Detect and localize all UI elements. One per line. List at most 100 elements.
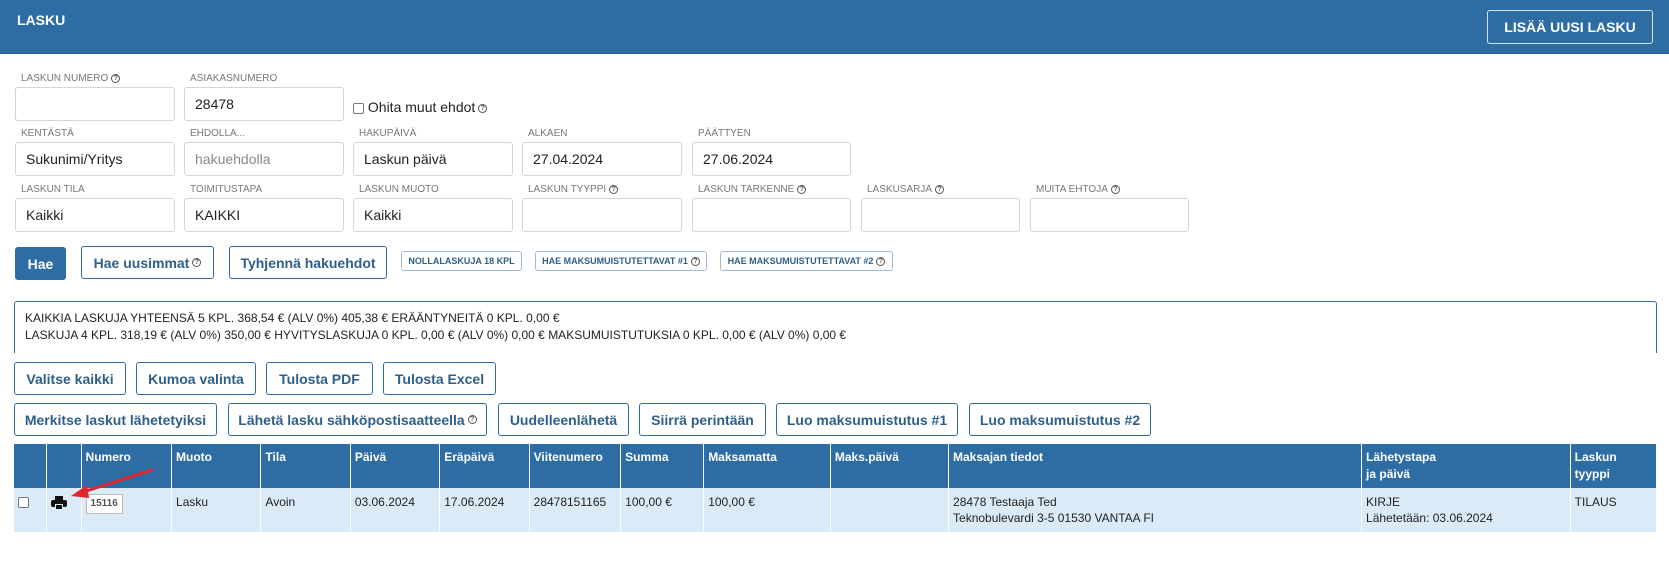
help-icon[interactable]: ? [609, 184, 619, 194]
condition-input[interactable]: hakuehdolla [184, 142, 344, 176]
help-icon: ? [192, 258, 202, 267]
invoice-status-input[interactable]: Kaikki [15, 198, 175, 232]
col-laskun-tyyppi[interactable]: Laskun tyyppi [1570, 444, 1658, 488]
cell-summa: 100,00 € [620, 488, 705, 532]
cell-lahetystapa: KIRJE Lähetetään: 03.06.2024 [1361, 488, 1571, 532]
col-select [14, 444, 48, 488]
delivery-method-label: TOIMITUSTAPA [190, 184, 263, 195]
invoice-specifier-input[interactable] [692, 198, 851, 232]
row-select-cell [14, 488, 48, 532]
end-date-input[interactable]: 27.06.2024 [692, 142, 851, 176]
start-date-input[interactable]: 27.04.2024 [522, 142, 682, 176]
fetch-reminders-2-button[interactable]: HAE MAKSUMUISTUTETTAVAT #2? [720, 251, 893, 271]
col-lahetystapa-line1: Lähetystapa [1366, 450, 1437, 464]
row-checkbox[interactable] [18, 497, 29, 509]
help-icon: ? [467, 415, 477, 424]
invoice-form-label: LASKUN MUOTO [359, 184, 439, 195]
help-icon: ? [876, 256, 886, 266]
invoice-form-select: LASKUN MUOTO Kaikki [353, 184, 513, 232]
delivery-method: KIRJE [1366, 495, 1401, 509]
invoice-number-label: LASKUN NUMERO [21, 73, 109, 84]
delivery-method-input[interactable]: KAIKKI [184, 198, 344, 232]
invoice-form-input[interactable]: Kaikki [353, 198, 513, 232]
search-date-label: HAKUPÄIVÄ [359, 128, 417, 139]
other-conditions-label: MUITA EHTOJA [1036, 184, 1108, 195]
table-row[interactable]: 15116 Lasku Avoin 03.06.2024 17.06.2024 … [14, 488, 1658, 532]
field-from-select: KENTÄSTÄ Sukunimi/Yritys [15, 128, 175, 176]
col-maks-paiva[interactable]: Maks.päivä [830, 444, 950, 488]
transfer-to-collection-button[interactable]: Siirrä perintään [639, 403, 766, 436]
col-muoto[interactable]: Muoto [171, 444, 262, 488]
cell-laskun-tyyppi: TILAUS [1570, 488, 1658, 532]
table-header-row: Numero Muoto Tila Päivä Eräpäivä Viitenu… [14, 444, 1658, 488]
invoice-table: Numero Muoto Tila Päivä Eräpäivä Viitenu… [14, 444, 1658, 532]
print-pdf-button[interactable]: Tulosta PDF [266, 362, 373, 395]
send-email-button[interactable]: Lähetä lasku sähköpostisaatteella? [228, 403, 487, 436]
cell-tila: Avoin [260, 488, 351, 532]
cell-viitenumero: 28478151165 [529, 488, 622, 532]
send-email-label: Lähetä lasku sähköpostisaatteella [238, 411, 465, 428]
other-conditions-input[interactable] [1030, 198, 1189, 232]
select-all-button[interactable]: Valitse kaikki [14, 362, 126, 395]
ignore-other-conditions: Ohita muut ehdot? [353, 99, 488, 115]
cell-maksajan-tiedot: 28478 Testaaja Ted Teknobulevardi 3-5 015… [948, 488, 1363, 532]
fetch-reminders-1-button[interactable]: HAE MAKSUMUISTUTETTAVAT #1? [535, 251, 707, 271]
deselect-button[interactable]: Kumoa valinta [136, 362, 256, 395]
fetch-reminders-1-label: HAE MAKSUMUISTUTETTAVAT #1 [542, 256, 688, 266]
resend-button[interactable]: Uudelleenlähetä [498, 403, 629, 436]
invoice-number-input[interactable] [15, 87, 175, 121]
condition-field: EHDOLLA... hakuehdolla [184, 128, 344, 176]
invoice-type-input[interactable] [522, 198, 682, 232]
invoice-status-label: LASKUN TILA [21, 184, 85, 195]
ignore-other-conditions-checkbox[interactable] [353, 102, 364, 114]
help-icon[interactable]: ? [935, 184, 945, 194]
customer-number-input[interactable]: 28478 [184, 87, 344, 121]
search-button[interactable]: Hae [15, 247, 66, 280]
cell-paiva: 03.06.2024 [350, 488, 441, 532]
col-lahetystapa[interactable]: Lähetystapa ja päivä [1361, 444, 1571, 488]
delivery-method-select: TOIMITUSTAPA KAIKKI [184, 184, 344, 232]
payer-name: 28478 Testaaja Ted [953, 495, 1057, 509]
customer-number-field: ASIAKASNUMERO 28478 [184, 73, 344, 121]
help-icon[interactable]: ? [797, 184, 807, 194]
invoice-type-label: LASKUN TYYPPI [528, 184, 607, 195]
zero-invoices-button[interactable]: NOLLALASKUJA 18 KPL [401, 251, 522, 271]
col-paiva[interactable]: Päivä [350, 444, 441, 488]
col-laskun-tyyppi-line1: Laskun [1574, 450, 1617, 464]
invoice-series-input[interactable] [861, 198, 1020, 232]
page-title: LASKU [17, 12, 66, 28]
col-erapaiva[interactable]: Eräpäivä [439, 444, 530, 488]
col-tila[interactable]: Tila [260, 444, 351, 488]
clear-search-button[interactable]: Tyhjennä hakuehdot [229, 246, 387, 279]
end-date-label: PÄÄTTYEN [698, 128, 751, 139]
print-excel-button[interactable]: Tulosta Excel [383, 362, 496, 395]
create-reminder-2-button[interactable]: Luo maksumuistutus #2 [969, 403, 1151, 436]
mark-sent-button[interactable]: Merkitse laskut lähetetyiksi [14, 403, 217, 436]
add-new-invoice-button[interactable]: LISÄÄ UUSI LASKU [1487, 10, 1653, 44]
help-icon[interactable]: ? [111, 73, 121, 83]
field-from-input[interactable]: Sukunimi/Yritys [15, 142, 175, 176]
help-icon[interactable]: ? [1110, 184, 1120, 194]
search-date-select: HAKUPÄIVÄ Laskun päivä [353, 128, 513, 176]
start-date-label: ALKAEN [528, 128, 568, 139]
search-date-input[interactable]: Laskun päivä [353, 142, 513, 176]
other-conditions-select: MUITA EHTOJA? [1030, 184, 1189, 232]
help-icon: ? [690, 256, 700, 266]
summary-line-1: KAIKKIA LASKUJA YHTEENSÄ 5 KPL. 368,54 €… [25, 311, 560, 325]
create-reminder-1-button[interactable]: Luo maksumuistutus #1 [776, 403, 958, 436]
cell-muoto: Lasku [171, 488, 262, 532]
help-icon[interactable]: ? [478, 103, 488, 113]
annotation-arrow [71, 468, 154, 498]
col-maksajan-tiedot[interactable]: Maksajan tiedot [948, 444, 1363, 488]
ignore-other-conditions-label: Ohita muut ehdot [367, 99, 476, 115]
page-header: LASKU LISÄÄ UUSI LASKU [0, 0, 1669, 54]
col-summa[interactable]: Summa [620, 444, 705, 488]
search-newest-button[interactable]: Hae uusimmat? [81, 246, 214, 279]
invoice-number-field: LASKUN NUMERO? [15, 73, 175, 121]
col-viitenumero[interactable]: Viitenumero [529, 444, 622, 488]
invoice-series-label: LASKUSARJA [867, 184, 933, 195]
end-date-field: PÄÄTTYEN 27.06.2024 [692, 128, 851, 176]
invoice-status-select: LASKUN TILA Kaikki [15, 184, 175, 232]
col-maksamatta[interactable]: Maksamatta [703, 444, 831, 488]
start-date-field: ALKAEN 27.04.2024 [522, 128, 682, 176]
